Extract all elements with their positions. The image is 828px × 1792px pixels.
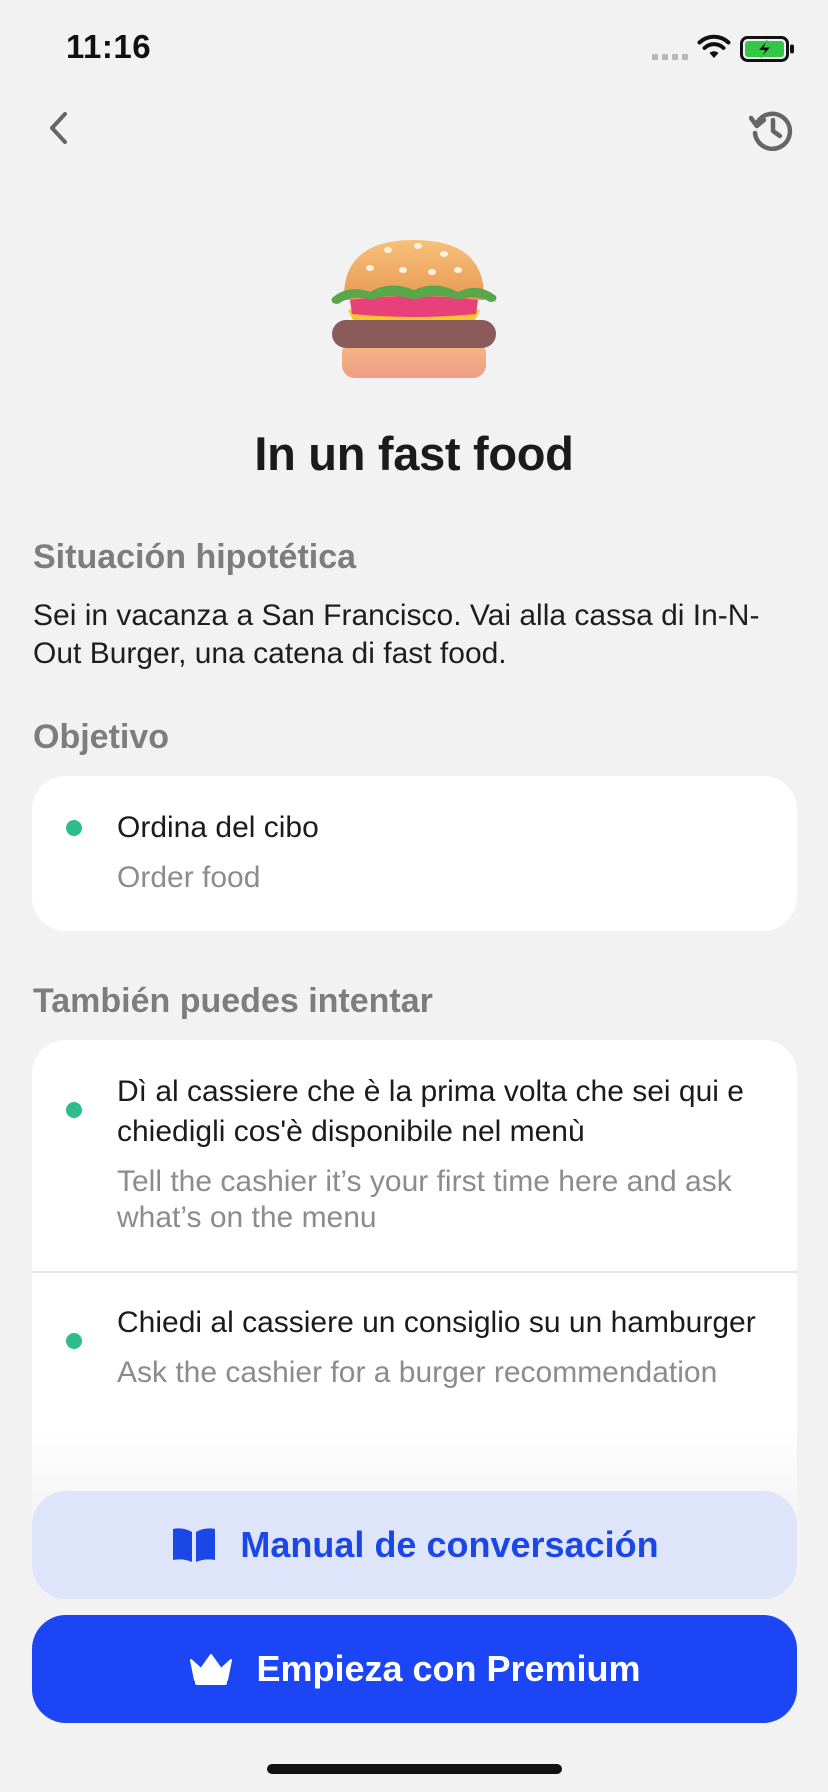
also-try-item-text: Chiedi al cassiere un consiglio su un ha… (117, 1306, 756, 1339)
cellular-signal-icon (652, 54, 688, 60)
goal-card: Ordina del cibo Order food (32, 776, 797, 931)
start-premium-label: Empieza con Premium (256, 1648, 641, 1689)
start-premium-button[interactable]: Empieza con Premium (32, 1615, 797, 1723)
also-try-item-translation: Tell the cashier it’s your first time he… (117, 1165, 732, 1234)
crown-icon (190, 1654, 233, 1685)
conversation-manual-button[interactable]: Manual de conversación (32, 1491, 797, 1599)
chevron-left-icon (50, 112, 67, 144)
book-icon (173, 1528, 216, 1562)
conversation-manual-label: Manual de conversación (240, 1524, 659, 1565)
back-button[interactable] (34, 100, 82, 156)
also-try-card: Dì al cassiere che è la prima volta che … (32, 1040, 797, 1520)
screen: 11:16 In un fast food Situación hipotéti… (0, 0, 828, 1792)
bullet-dot-icon (66, 820, 82, 836)
bullet-dot-icon (66, 1102, 82, 1118)
also-try-item-text: Dì al cassiere che è la prima volta che … (117, 1075, 744, 1148)
goal-item: Ordina del cibo Order food (32, 776, 797, 896)
scenario-text: Sei in vacanza a San Francisco. Vai alla… (33, 599, 760, 670)
also-try-heading: También puedes intentar (33, 982, 433, 1020)
history-icon (749, 111, 793, 151)
battery-charging-icon (740, 36, 794, 62)
goal-heading: Objetivo (33, 718, 170, 756)
goal-item-text: Ordina del cibo (117, 811, 319, 844)
also-try-item: Dì al cassiere che è la prima volta che … (32, 1040, 797, 1273)
page-title: In un fast food (254, 427, 574, 480)
status-time: 11:16 (66, 28, 152, 65)
bullet-dot-icon (66, 1333, 82, 1349)
also-try-item: Chiedi al cassiere un consiglio su un ha… (32, 1273, 797, 1391)
history-button[interactable] (744, 102, 800, 158)
also-try-item-translation: Ask the cashier for a burger recommendat… (117, 1356, 718, 1389)
wifi-icon (697, 34, 731, 58)
status-bar: 11:16 (0, 0, 828, 100)
scenario-heading: Situación hipotética (33, 538, 357, 576)
home-indicator (267, 1764, 562, 1774)
hamburger-emoji-icon (331, 240, 497, 378)
goal-item-translation: Order food (117, 861, 261, 894)
